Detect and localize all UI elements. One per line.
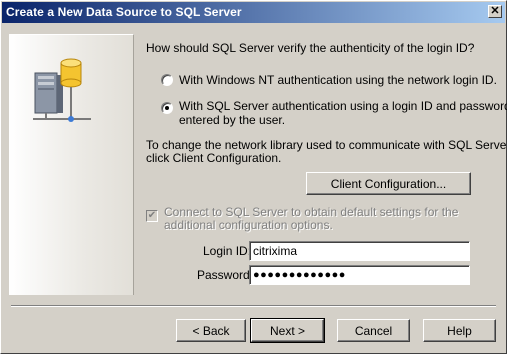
password-field[interactable]: ●●●●●●●●●●●●●: [249, 265, 470, 285]
radio-windows-nt-auth[interactable]: [161, 74, 173, 86]
window-title: Create a New Data Source to SQL Server: [6, 5, 242, 19]
client-configuration-button[interactable]: Client Configuration...: [306, 172, 471, 195]
radio-sql-server-label-line1[interactable]: With SQL Server authentication using a l…: [179, 99, 507, 113]
next-button[interactable]: Next >: [250, 318, 325, 343]
auth-question: How should SQL Server verify the authent…: [146, 41, 475, 55]
connect-checkbox-label-line2[interactable]: additional configuration options.: [164, 218, 333, 232]
password-label: Password:: [197, 268, 254, 282]
connect-to-sql-server-checkbox[interactable]: ✔: [146, 210, 158, 222]
cancel-button[interactable]: Cancel: [337, 319, 410, 342]
button-separator: [11, 305, 496, 307]
radio-selected-dot: [165, 106, 169, 110]
title-bar[interactable]: Create a New Data Source to SQL Server ✕: [2, 2, 505, 23]
close-button[interactable]: ✕: [488, 5, 502, 18]
help-button[interactable]: Help: [423, 319, 496, 342]
close-icon: ✕: [490, 5, 500, 17]
dialog-window: Create a New Data Source to SQL Server ✕…: [0, 0, 507, 354]
login-id-field[interactable]: citrixima: [249, 241, 470, 261]
radio-sql-server-label-line2[interactable]: entered by the user.: [179, 113, 285, 127]
radio-sql-server-auth[interactable]: [161, 102, 173, 114]
check-icon: ✔: [147, 210, 157, 221]
radio-windows-nt-label[interactable]: With Windows NT authentication using the…: [179, 73, 497, 87]
wizard-side-panel: [9, 34, 134, 295]
login-id-label: Login ID:: [203, 244, 252, 258]
network-library-note-line2: click Client Configuration.: [146, 151, 282, 165]
connect-checkbox-label-line1[interactable]: Connect to SQL Server to obtain default …: [164, 205, 458, 219]
server-database-icon: [33, 58, 91, 122]
back-button[interactable]: < Back: [176, 319, 246, 342]
network-library-note-line1: To change the network library used to co…: [146, 138, 507, 152]
